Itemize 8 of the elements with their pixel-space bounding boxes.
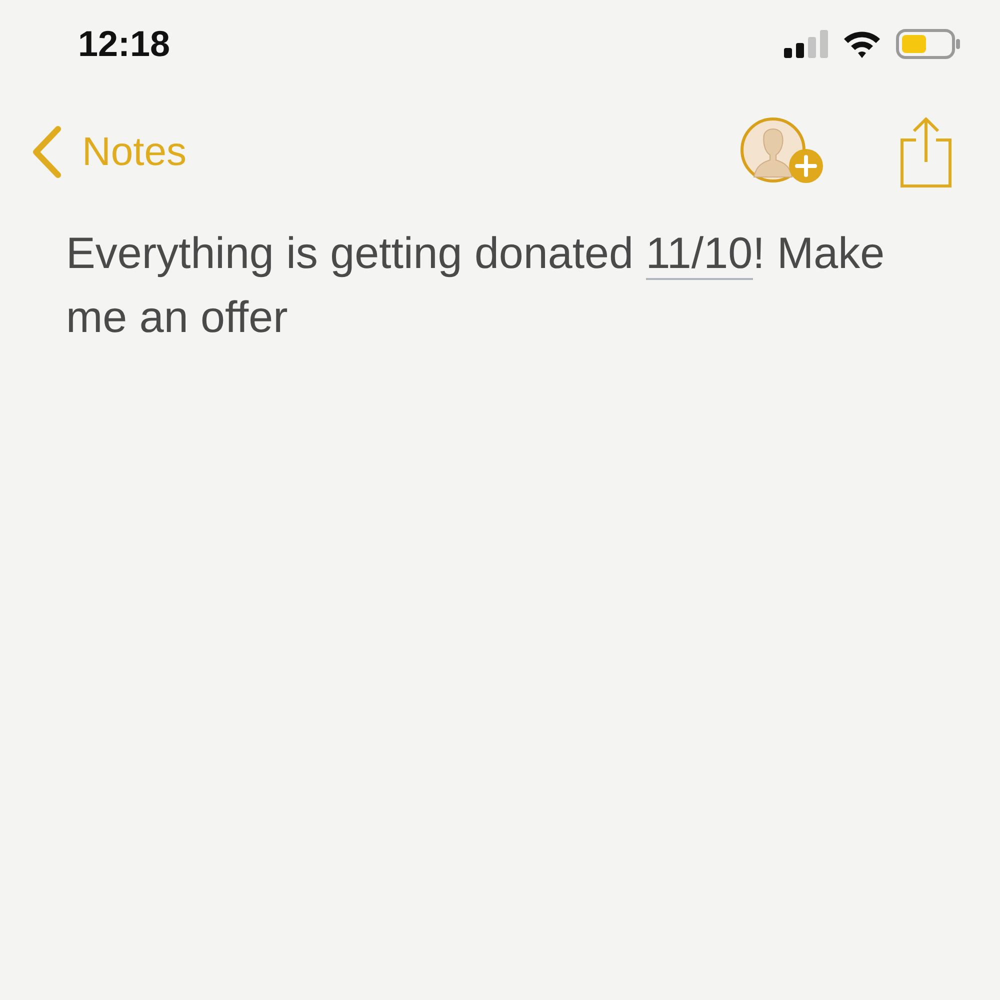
back-chevron-icon <box>30 125 64 179</box>
signal-icon <box>784 30 828 58</box>
share-icon[interactable] <box>898 116 954 188</box>
status-time: 12:18 <box>78 23 170 65</box>
note-text: Everything is getting donated 11/10! Make me an offer <box>66 228 886 344</box>
battery-icon <box>896 29 962 59</box>
date-link[interactable]: 11/10 <box>646 229 753 280</box>
wifi-icon <box>842 29 882 59</box>
